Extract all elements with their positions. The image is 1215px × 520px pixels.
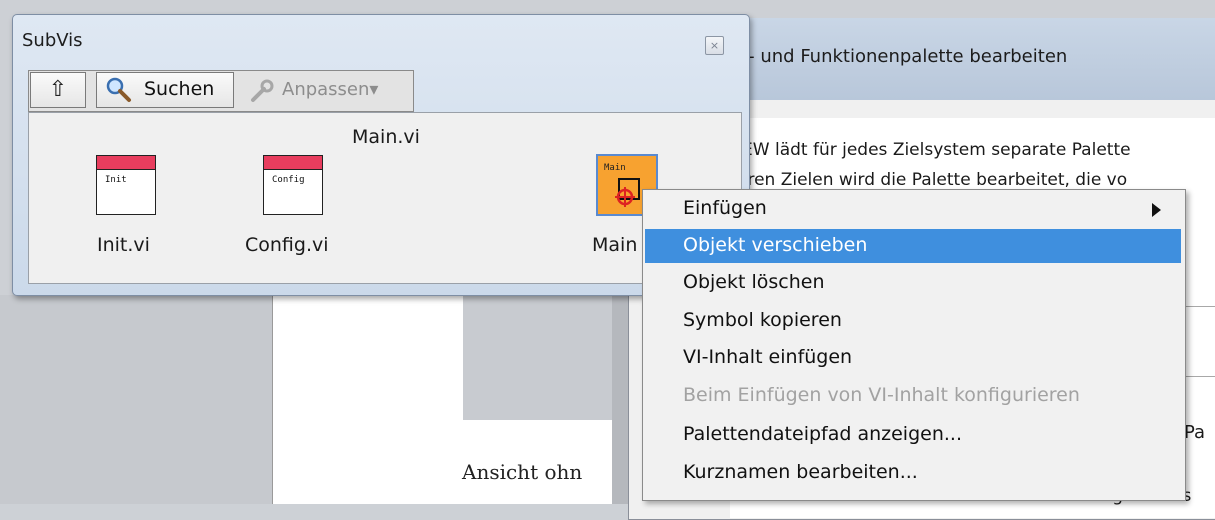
menu-item-delete-object[interactable]: Objekt löschen	[642, 267, 1184, 300]
background-panel	[0, 295, 272, 504]
vi-label-init: Init.vi	[97, 234, 150, 256]
document-text: Ansicht ohn	[462, 460, 583, 484]
menu-item-label: Beim Einfügen von VI-Inhalt konfiguriere…	[683, 384, 1080, 406]
menu-item-label: Einfügen	[683, 197, 767, 219]
dialog-divider	[1184, 376, 1215, 377]
init-vi-icon[interactable]: Init	[96, 155, 156, 215]
vi-icon-text: Config	[272, 175, 305, 185]
dialog-description-line2: eren Zielen wird die Palette bearbeitet,…	[737, 170, 1128, 190]
menu-item-configure-vi-insert: Beim Einfügen von VI-Inhalt konfiguriere…	[642, 380, 1184, 413]
menu-item-copy-symbol[interactable]: Symbol kopieren	[642, 305, 1184, 338]
dialog-side-label: Pa	[1184, 422, 1206, 443]
vi-icon-header	[264, 156, 322, 170]
vi-icon-text: Main	[604, 163, 626, 173]
vi-icon-header	[97, 156, 155, 170]
config-vi-icon[interactable]: Config	[263, 155, 323, 215]
palette-title: SubVis	[22, 30, 83, 51]
vi-label-main: Main	[592, 234, 638, 256]
customize-button[interactable]: Anpassen▾	[282, 79, 378, 100]
menu-item-insert-vi-content[interactable]: VI-Inhalt einfügen	[642, 342, 1184, 375]
menu-item-label: Objekt löschen	[683, 271, 825, 293]
menu-item-label: VI-Inhalt einfügen	[683, 346, 853, 368]
palette-heading: Main.vi	[352, 126, 420, 148]
wrench-icon	[251, 79, 274, 102]
menu-item-show-palette-path[interactable]: Palettendateipfad anzeigen...	[642, 419, 1184, 452]
dialog-title: te- und Funktionenpalette bearbeiten	[730, 46, 1068, 67]
crosshair-icon	[615, 187, 635, 207]
menu-item-move-object[interactable]: Objekt verschieben	[642, 229, 1184, 262]
menu-item-label: Objekt verschieben	[683, 234, 868, 256]
vi-label-config: Config.vi	[245, 234, 329, 256]
window-border-strip	[612, 290, 628, 504]
menu-item-label: Symbol kopieren	[683, 309, 842, 331]
menu-item-insert[interactable]: Einfügen	[642, 193, 1184, 226]
menu-item-edit-short-names[interactable]: Kurznamen bearbeiten...	[642, 457, 1184, 490]
menu-item-label: Kurznamen bearbeiten...	[683, 461, 918, 483]
dialog-divider	[1184, 306, 1215, 307]
dialog-description-line1: IEW lädt für jedes Zielsystem separate P…	[737, 140, 1131, 160]
search-button-label: Suchen	[144, 78, 215, 100]
up-arrow-button[interactable]: ⇧	[30, 72, 86, 108]
submenu-arrow-icon	[1152, 203, 1161, 217]
document-image-placeholder	[463, 290, 612, 420]
menu-item-label: Palettendateipfad anzeigen...	[683, 423, 962, 445]
close-icon[interactable]: ×	[705, 36, 724, 55]
vi-icon-text: Init	[105, 175, 127, 185]
magnifier-icon	[106, 77, 131, 102]
